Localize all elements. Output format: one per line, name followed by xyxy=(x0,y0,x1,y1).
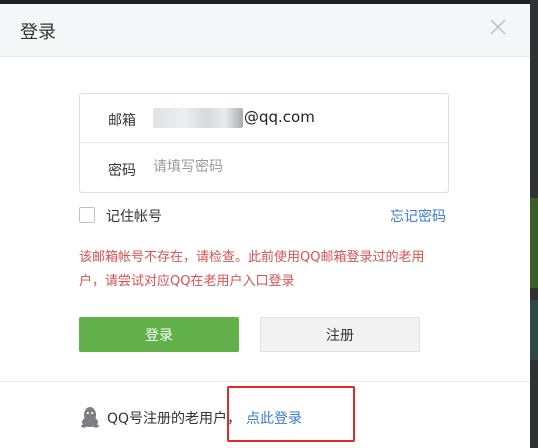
forgot-password-link[interactable]: 忘记密码 xyxy=(390,206,446,226)
form-row-divider xyxy=(80,142,448,143)
dialog-header: 登录 xyxy=(0,4,530,57)
qq-penguin-icon xyxy=(81,407,99,428)
password-field[interactable] xyxy=(153,156,423,178)
close-icon[interactable] xyxy=(488,17,508,37)
background-right-edge xyxy=(530,0,538,448)
email-domain-suffix[interactable]: @qq.com xyxy=(244,108,315,126)
login-button[interactable]: 登录 xyxy=(79,317,239,352)
highlight-annotation-box xyxy=(227,386,355,442)
footer-old-user-text: QQ号注册的老用户， xyxy=(107,411,242,427)
register-button[interactable]: 注册 xyxy=(260,317,420,352)
email-label: 邮箱 xyxy=(108,113,136,129)
footer-divider xyxy=(0,381,530,382)
background-green-patch xyxy=(530,198,538,288)
email-redacted-value[interactable] xyxy=(153,108,243,128)
login-dialog: 登录 邮箱 @qq.com 密码 记住帐号 忘记密码 该邮箱帐号不存在，请检查。… xyxy=(0,4,530,448)
error-message: 该邮箱帐号不存在，请检查。此前使用QQ邮箱登录过的老用户，请尝试对应QQ在老用户… xyxy=(79,250,425,289)
remember-account-checkbox[interactable] xyxy=(79,207,95,223)
password-label: 密码 xyxy=(108,163,136,179)
dialog-title: 登录 xyxy=(20,22,56,43)
login-form-box: 邮箱 @qq.com 密码 xyxy=(79,93,449,193)
background-teal-patch xyxy=(530,300,538,360)
remember-account-label: 记住帐号 xyxy=(106,209,162,225)
